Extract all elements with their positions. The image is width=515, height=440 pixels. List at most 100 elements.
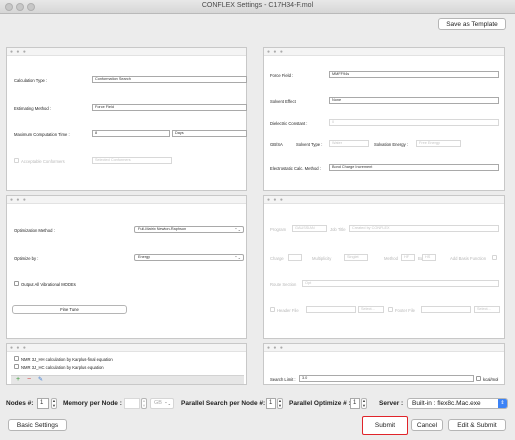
footer-file-checkbox[interactable] xyxy=(388,307,393,312)
job-title-field[interactable]: Created by CONFLEX xyxy=(349,225,499,232)
optimize-by-label: Optimize by : xyxy=(14,256,39,261)
program-label: Program xyxy=(270,227,287,232)
output-modes-checkbox[interactable] xyxy=(14,281,19,286)
add-icon[interactable]: + xyxy=(16,376,20,384)
parallel-search-stepper[interactable]: ▲ ▼ xyxy=(277,398,283,409)
save-as-template-button[interactable]: Save as Template xyxy=(438,18,506,30)
edit-submit-button[interactable]: Edit & Submit xyxy=(448,419,506,431)
basis-field[interactable]: HS xyxy=(422,254,436,261)
nodes-field[interactable]: 1 xyxy=(37,398,49,409)
multiplicity-field[interactable]: Singlet xyxy=(344,254,368,261)
nodes-stepper[interactable]: ▲ ▼ xyxy=(51,398,57,409)
route-section-field[interactable]: Opt xyxy=(302,280,499,287)
header-file-label: Header File xyxy=(277,308,299,313)
charge-field[interactable] xyxy=(288,254,302,261)
force-field-panel: ● ● ● Force Field : MMFF94s Solvent Effe… xyxy=(263,47,505,191)
estimating-method-label: Estimating Method : xyxy=(14,106,52,111)
panel-handle-icon[interactable]: ● ● ● xyxy=(267,346,284,351)
nmr-panel: ● ● ● NMR 3J_HH calculation by Karplus-f… xyxy=(6,343,247,385)
calc-type-field[interactable]: Conformation Search xyxy=(92,76,247,83)
panel-handle-icon[interactable]: ● ● ● xyxy=(10,50,27,55)
memory-unit-value: GB xyxy=(154,400,162,406)
job-title-label: Job Title xyxy=(330,227,346,232)
solvent-type-field[interactable]: Water xyxy=(329,140,369,147)
parallel-optimize-stepper[interactable]: ▲ ▼ xyxy=(361,398,367,409)
method-label: Method xyxy=(384,256,398,261)
nmr-hh-label: NMR 3J_HH calculation by Karplus-final e… xyxy=(21,357,113,362)
gbsa-label: GB/SA xyxy=(270,142,283,147)
header-select-button[interactable]: Select... xyxy=(358,306,384,313)
route-section-label: Route Section xyxy=(270,282,297,287)
title-bar: CONFLEX Settings - C17H34-F.mol xyxy=(0,0,515,14)
nmr-hh-checkbox[interactable] xyxy=(14,356,19,361)
electrostatic-method-field[interactable]: Bond Charge Increment xyxy=(329,164,499,171)
panel-handle-icon[interactable]: ● ● ● xyxy=(267,198,284,203)
conflex-settings-window: CONFLEX Settings - C17H34-F.mol Save as … xyxy=(0,0,515,440)
footer-file-label: Footer File xyxy=(395,308,416,313)
footer-select-button[interactable]: Select... xyxy=(474,306,500,313)
panel-handle-icon[interactable]: ● ● ● xyxy=(10,346,27,351)
force-field-label: Force Field : xyxy=(270,73,294,78)
memory-label: Memory per Node : xyxy=(63,400,122,407)
opt-method-select[interactable]: Full-Matrix Newton-Raphson ⌃⌄ xyxy=(134,226,244,233)
program-field[interactable]: GAUSSIAN xyxy=(292,225,327,232)
search-limit-unit-checkbox[interactable] xyxy=(476,376,481,381)
search-limit-field[interactable]: 3.0 xyxy=(299,375,474,382)
parallel-optimize-field[interactable]: 1 xyxy=(350,398,360,409)
electrostatic-method-label: Electrostatic Calc. Method : xyxy=(270,166,321,171)
solvent-effect-field[interactable]: None xyxy=(329,97,499,104)
chevron-updown-icon: ⌃⌄ xyxy=(234,255,241,260)
nodes-label: Nodes #: xyxy=(6,400,34,407)
search-limit-label: Search Limit : xyxy=(270,377,296,382)
header-file-field[interactable] xyxy=(306,306,356,313)
window-title: CONFLEX Settings - C17H34-F.mol xyxy=(201,2,314,9)
server-value: Built-in : flex8c.Mac.exe xyxy=(412,400,481,407)
fine-tune-button[interactable]: Fine Tune xyxy=(12,305,127,314)
calculation-panel: ● ● ● Calculation Type : Conformation Se… xyxy=(6,47,247,191)
nmr-hc-label: NMR 3J_HC calculation by Karplus equatio… xyxy=(21,365,104,370)
dielectric-field[interactable]: 0 xyxy=(329,119,499,126)
edit-pen-icon[interactable]: ✎ xyxy=(38,376,43,384)
search-limit-panel: ● ● ● Search Limit : 3.0 kcal/mol xyxy=(263,343,505,385)
method-field[interactable]: HF xyxy=(401,254,415,261)
submit-button[interactable]: Submit xyxy=(362,416,408,435)
opt-method-value: Full-Matrix Newton-Raphson xyxy=(138,227,187,231)
dielectric-label: Dielectric Constant : xyxy=(270,121,308,126)
output-modes-label: Output All Vibrational MODEs xyxy=(21,282,76,287)
solvation-energy-label: Solvation Energy : xyxy=(374,142,408,147)
acceptable-conformers-field[interactable]: Selected Conformers xyxy=(92,157,172,164)
solvation-energy-field[interactable]: Free Energy xyxy=(416,140,461,147)
max-time-label: Maximum Computation Time : xyxy=(14,132,70,137)
memory-field[interactable] xyxy=(124,398,140,409)
memory-stepper[interactable]: ▲ ▼ xyxy=(141,398,147,409)
max-time-field[interactable]: 8 xyxy=(92,130,170,137)
chevron-updown-icon: ⇕ xyxy=(498,399,507,408)
parallel-search-field[interactable]: 1 xyxy=(266,398,276,409)
estimating-method-field[interactable]: Force Field xyxy=(92,104,247,111)
server-select[interactable]: Built-in : flex8c.Mac.exe ⇕ xyxy=(407,398,508,409)
acceptable-conformers-label: Acceptable Conformers xyxy=(21,159,65,164)
basic-settings-button[interactable]: Basic Settings xyxy=(8,419,67,431)
chevron-updown-icon: ⌃⌄ xyxy=(234,227,241,232)
max-time-unit-field[interactable]: Days xyxy=(172,130,247,137)
add-basis-label: Add Basis Function xyxy=(450,256,487,261)
panel-handle-icon[interactable]: ● ● ● xyxy=(10,198,27,203)
acceptable-conformers-checkbox[interactable] xyxy=(14,158,19,163)
parallel-search-label: Parallel Search per Node #: xyxy=(181,400,266,407)
solvent-effect-label: Solvent Effect xyxy=(270,99,296,104)
solvent-type-label: Solvent Type : xyxy=(296,142,323,147)
header-file-checkbox[interactable] xyxy=(270,307,275,312)
panel-handle-icon[interactable]: ● ● ● xyxy=(267,50,284,55)
cancel-button[interactable]: Cancel xyxy=(411,419,443,431)
optimize-by-select[interactable]: Energy ⌃⌄ xyxy=(134,254,244,261)
force-field-field[interactable]: MMFF94s xyxy=(329,71,499,78)
chevron-updown-icon: ⌃⌄ xyxy=(164,401,171,406)
program-panel: ● ● ● Program GAUSSIAN Job Title Created… xyxy=(263,195,505,339)
search-limit-unit-label: kcal/mol xyxy=(483,377,499,382)
footer-file-field[interactable] xyxy=(421,306,471,313)
nmr-hc-checkbox[interactable] xyxy=(14,364,19,369)
parallel-optimize-label: Parallel Optimize # : xyxy=(289,400,351,407)
remove-icon[interactable]: − xyxy=(27,376,31,384)
add-basis-checkbox[interactable] xyxy=(492,255,497,260)
memory-unit-select[interactable]: GB ⌃⌄ xyxy=(150,398,174,409)
